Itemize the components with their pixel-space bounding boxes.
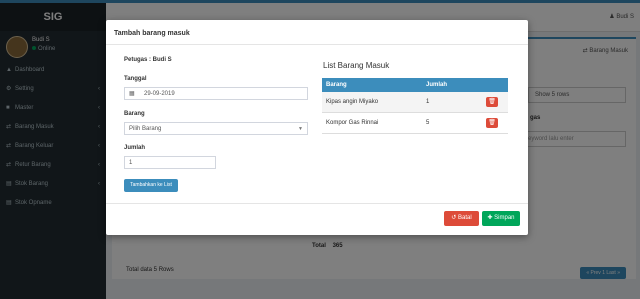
table-row: Kompor Gas Rinnai 5 🗑 bbox=[322, 112, 508, 134]
cell-barang: Kipas angin Miyako bbox=[322, 92, 422, 113]
undo-icon: ↺ bbox=[451, 215, 458, 221]
calendar-icon: ▦ bbox=[129, 91, 135, 97]
cell-jumlah: 1 bbox=[422, 92, 476, 113]
tanggal-value: 29-09-2019 bbox=[144, 91, 175, 97]
tanggal-label: Tanggal bbox=[124, 76, 147, 82]
save-button-label: Simpan bbox=[494, 215, 515, 221]
cell-jumlah: 5 bbox=[422, 112, 476, 134]
modal-title: Tambah barang masuk bbox=[114, 30, 190, 37]
barang-label: Barang bbox=[124, 111, 145, 117]
barang-select[interactable]: Pilih Barang ▼ bbox=[124, 122, 308, 135]
add-barang-masuk-modal: Tambah barang masuk Petugas : Budi S Tan… bbox=[106, 20, 528, 235]
trash-icon[interactable]: 🗑 bbox=[486, 97, 498, 107]
column-header-jumlah: Jumlah bbox=[422, 78, 476, 92]
barang-placeholder: Pilih Barang bbox=[129, 126, 162, 132]
jumlah-label: Jumlah bbox=[124, 145, 146, 151]
table-header-row: Barang Jumlah bbox=[322, 78, 508, 92]
cancel-button[interactable]: ↺ Batal bbox=[444, 211, 479, 226]
tanggal-field[interactable]: ▦ 29-09-2019 bbox=[124, 87, 308, 100]
modal-header-divider bbox=[106, 44, 528, 45]
add-to-list-button[interactable]: Tambahkan ke List bbox=[124, 179, 178, 192]
cancel-button-label: Batal bbox=[458, 215, 472, 221]
column-header-action bbox=[476, 78, 508, 92]
modal-footer-divider bbox=[106, 203, 528, 204]
list-table: Barang Jumlah Kipas angin Miyako 1 🗑 Kom… bbox=[322, 78, 508, 134]
jumlah-field[interactable]: 1 bbox=[124, 156, 216, 169]
table-row: Kipas angin Miyako 1 🗑 bbox=[322, 92, 508, 113]
list-title: List Barang Masuk bbox=[323, 61, 390, 70]
cell-action: 🗑 bbox=[476, 112, 508, 134]
column-header-barang: Barang bbox=[322, 78, 422, 92]
cell-action: 🗑 bbox=[476, 92, 508, 113]
save-button[interactable]: ✚ Simpan bbox=[482, 211, 520, 226]
cell-barang: Kompor Gas Rinnai bbox=[322, 112, 422, 134]
petugas-label: Petugas : Budi S bbox=[124, 57, 172, 63]
chevron-down-icon: ▼ bbox=[298, 126, 303, 132]
trash-icon[interactable]: 🗑 bbox=[486, 118, 498, 128]
